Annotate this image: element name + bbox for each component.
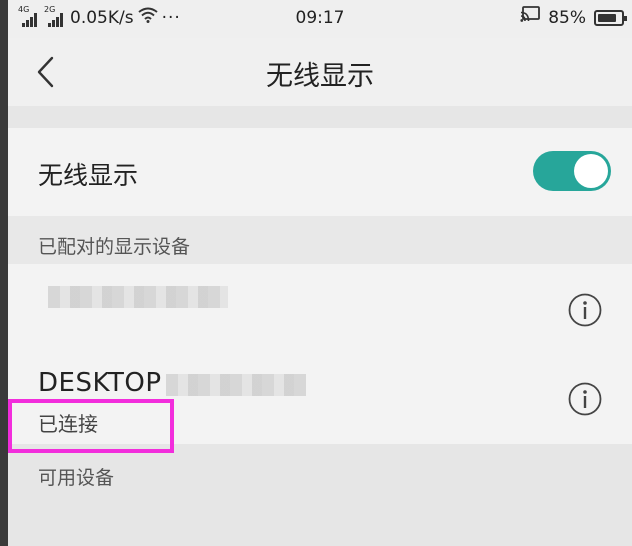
info-icon: [568, 382, 602, 416]
available-devices-title: 可用设备: [38, 467, 115, 489]
status-bar-right: 85%: [520, 6, 627, 29]
paired-devices-title: 已配对的显示设备: [38, 236, 191, 258]
app-header: 无线显示: [8, 38, 632, 106]
available-devices-section: 可用设备: [8, 444, 632, 546]
redacted-device-name-suffix: [166, 374, 306, 396]
status-bar: 4G 2G 0.05K/s ··· 09:17 85%: [8, 0, 632, 38]
battery-fill: [598, 13, 617, 22]
cast-icon: [520, 6, 541, 29]
paired-device-item[interactable]: [8, 264, 632, 352]
wireless-display-row[interactable]: 无线显示: [8, 128, 632, 216]
redacted-device-name: [48, 286, 228, 308]
wireless-display-label: 无线显示: [38, 161, 139, 190]
toggle-knob: [574, 154, 608, 188]
device-name: DESKTOP: [38, 368, 162, 398]
battery-icon: [594, 9, 627, 26]
screen-edge: [0, 0, 8, 546]
section-gap: [8, 106, 632, 128]
wireless-display-toggle[interactable]: [533, 151, 611, 191]
info-icon: [568, 293, 602, 327]
page-title: 无线显示: [266, 61, 374, 92]
device-info-button[interactable]: [568, 293, 602, 327]
device-info-button[interactable]: [568, 382, 602, 416]
phone-screen: 4G 2G 0.05K/s ··· 09:17 85% 无线显示 无线显示 已配…: [8, 0, 632, 546]
highlight-annotation-box: [8, 399, 174, 453]
paired-devices-header: 已配对的显示设备: [8, 216, 632, 264]
battery-percent: 85%: [548, 7, 586, 28]
